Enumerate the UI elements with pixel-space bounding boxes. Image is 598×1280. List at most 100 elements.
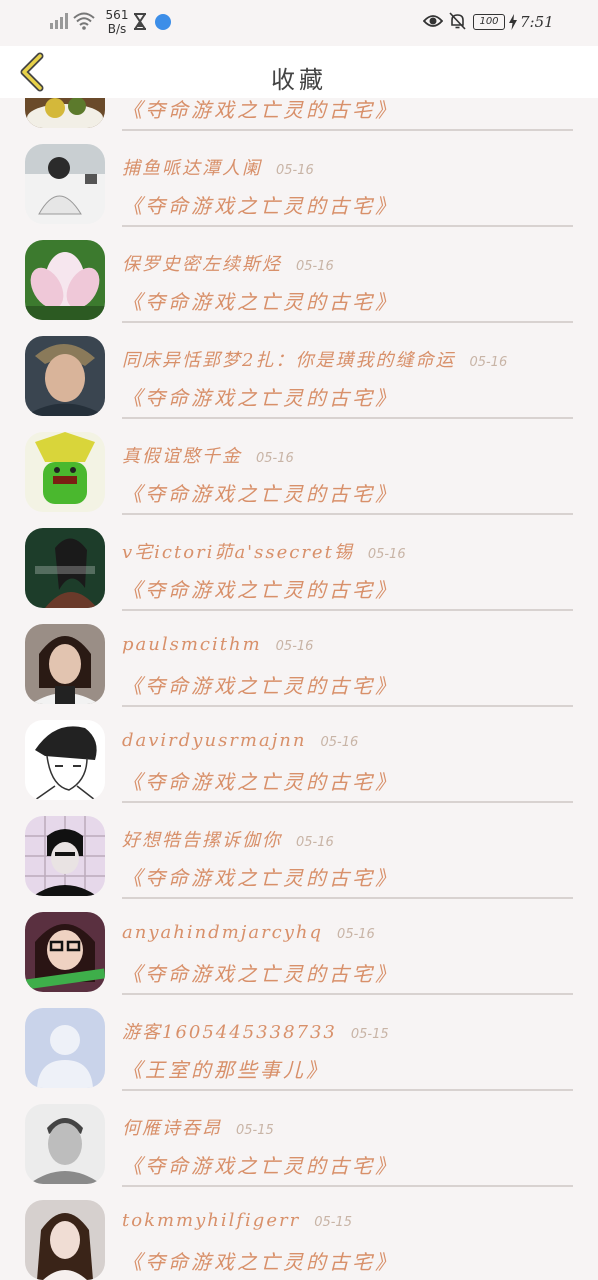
book-title[interactable]: 《夺命游戏之亡灵的古宅》 (122, 286, 398, 315)
avatar[interactable] (25, 1200, 105, 1280)
eye-icon (423, 15, 443, 27)
user-name-text: 真假谊愍千金 (122, 446, 242, 467)
divider (122, 321, 573, 323)
user-name-text: 何雁诗吞昂 (122, 1118, 222, 1139)
divider (122, 513, 573, 515)
globe-icon (155, 14, 171, 30)
list-item[interactable]: 好想牿告摞诉伽你 05-16 《夺命游戏之亡灵的古宅》 (0, 816, 598, 912)
item-date: 05-15 (314, 1215, 352, 1230)
status-bar: 561 B/s 100 7:51 (0, 0, 598, 46)
item-date: 05-15 (236, 1123, 274, 1138)
book-title[interactable]: 《夺命游戏之亡灵的古宅》 (122, 574, 398, 603)
book-title[interactable]: 《夺命游戏之亡灵的古宅》 (122, 478, 398, 507)
avatar[interactable] (25, 1008, 105, 1088)
list-item[interactable]: 捕鱼哌达潭人阑 05-16 《夺命游戏之亡灵的古宅》 (0, 144, 598, 240)
user-name-text: anyahindmjarcyhq (122, 922, 324, 943)
divider (122, 705, 573, 707)
list-item[interactable]: 《夺命游戏之亡灵的古宅》 (0, 98, 598, 144)
list-item[interactable]: davirdyusrmajnn 05-16 《夺命游戏之亡灵的古宅》 (0, 720, 598, 816)
avatar[interactable] (25, 240, 105, 320)
item-date: 05-16 (276, 163, 314, 178)
user-name: davirdyusrmajnn 05-16 (122, 730, 358, 751)
user-name-text: davirdyusrmajnn (122, 730, 307, 751)
item-date: 05-16 (320, 735, 359, 750)
avatar[interactable] (25, 336, 105, 416)
favorites-list[interactable]: 《夺命游戏之亡灵的古宅》 捕鱼哌达潭人阑 05-16 《夺命游戏之亡灵的古宅》 保罗史密… (0, 98, 598, 1280)
item-date: 05-16 (469, 355, 508, 370)
user-name: 保罗史密左续斯烃 05-16 (122, 250, 334, 276)
item-date: 05-16 (275, 639, 314, 654)
user-name-text: paulsmcithm (122, 634, 262, 655)
avatar[interactable] (25, 912, 105, 992)
divider (122, 129, 573, 131)
user-name: paulsmcithm 05-16 (122, 634, 313, 655)
list-item[interactable]: anyahindmjarcyhq 05-16 《夺命游戏之亡灵的古宅》 (0, 912, 598, 1008)
list-item[interactable]: 同床异恬郢梦2扎：你是璜我的缝命运 05-16 《夺命游戏之亡灵的古宅》 (0, 336, 598, 432)
item-date: 05-16 (296, 259, 334, 274)
avatar[interactable] (25, 1104, 105, 1184)
user-name-text: 捕鱼哌达潭人阑 (122, 158, 262, 179)
user-name-text: 好想牿告摞诉伽你 (122, 830, 282, 851)
mute-bell-icon (449, 12, 466, 30)
header-bar: 收藏 (0, 46, 598, 98)
list-item[interactable]: tokmmyhilfigerr 05-15 《夺命游戏之亡灵的古宅》 (0, 1200, 598, 1280)
avatar[interactable] (25, 98, 105, 128)
divider (122, 225, 573, 227)
user-name-text: 游客1605445338733 (122, 1022, 337, 1043)
user-name: v宅ictori茆a'ssecret锡 05-16 (122, 538, 406, 564)
avatar[interactable] (25, 528, 105, 608)
book-title[interactable]: 《夺命游戏之亡灵的古宅》 (122, 98, 398, 123)
user-name: tokmmyhilfigerr 05-15 (122, 1210, 352, 1231)
charging-icon (509, 14, 517, 30)
wifi-icon (73, 12, 95, 30)
list-item[interactable]: paulsmcithm 05-16 《夺命游戏之亡灵的古宅》 (0, 624, 598, 720)
divider (122, 1089, 573, 1091)
user-name-text: 同床异恬郢梦2扎：你是璜我的缝命运 (122, 350, 456, 371)
divider (122, 897, 573, 899)
divider (122, 993, 573, 995)
book-title[interactable]: 《夺命游戏之亡灵的古宅》 (122, 862, 398, 891)
user-name-text: tokmmyhilfigerr (122, 1210, 301, 1231)
user-name-text: v宅ictori茆a'ssecret锡 (122, 542, 354, 563)
user-name: 捕鱼哌达潭人阑 05-16 (122, 154, 314, 180)
user-name: 游客1605445338733 05-15 (122, 1018, 389, 1044)
user-name: anyahindmjarcyhq 05-16 (122, 922, 375, 943)
hourglass-icon (134, 13, 146, 30)
avatar[interactable] (25, 624, 105, 704)
user-name: 何雁诗吞昂 05-15 (122, 1114, 274, 1140)
book-title[interactable]: 《夺命游戏之亡灵的古宅》 (122, 1150, 398, 1179)
divider (122, 801, 573, 803)
user-name: 同床异恬郢梦2扎：你是璜我的缝命运 05-16 (122, 346, 507, 372)
page-title: 收藏 (271, 66, 327, 94)
avatar[interactable] (25, 432, 105, 512)
battery-icon: 100 (473, 14, 505, 30)
item-date: 05-15 (350, 1027, 389, 1042)
user-name-text: 保罗史密左续斯烃 (122, 254, 282, 275)
book-title[interactable]: 《王室的那些事儿》 (122, 1054, 329, 1083)
avatar[interactable] (25, 816, 105, 896)
list-item[interactable]: 保罗史密左续斯烃 05-16 《夺命游戏之亡灵的古宅》 (0, 240, 598, 336)
favorites-list-inner: 《夺命游戏之亡灵的古宅》 捕鱼哌达潭人阑 05-16 《夺命游戏之亡灵的古宅》 保罗史密… (0, 98, 598, 1280)
book-title[interactable]: 《夺命游戏之亡灵的古宅》 (122, 958, 398, 987)
divider (122, 609, 573, 611)
avatar[interactable] (25, 720, 105, 800)
item-date: 05-16 (296, 835, 334, 850)
item-date: 05-16 (256, 451, 294, 466)
book-title[interactable]: 《夺命游戏之亡灵的古宅》 (122, 1246, 398, 1275)
item-date: 05-16 (337, 927, 375, 942)
book-title[interactable]: 《夺命游戏之亡灵的古宅》 (122, 766, 398, 795)
user-name: 好想牿告摞诉伽你 05-16 (122, 826, 334, 852)
list-item[interactable]: 何雁诗吞昂 05-15 《夺命游戏之亡灵的古宅》 (0, 1104, 598, 1200)
avatar[interactable] (25, 144, 105, 224)
list-item[interactable]: 游客1605445338733 05-15 《王室的那些事儿》 (0, 1008, 598, 1104)
list-item[interactable]: 真假谊愍千金 05-16 《夺命游戏之亡灵的古宅》 (0, 432, 598, 528)
clock: 7:51 (520, 13, 554, 31)
book-title[interactable]: 《夺命游戏之亡灵的古宅》 (122, 670, 398, 699)
user-name: 真假谊愍千金 05-16 (122, 442, 294, 468)
item-date: 05-16 (367, 547, 406, 562)
network-speed: 561 B/s (105, 8, 129, 36)
signal-icon (50, 13, 68, 29)
book-title[interactable]: 《夺命游戏之亡灵的古宅》 (122, 382, 398, 411)
book-title[interactable]: 《夺命游戏之亡灵的古宅》 (122, 190, 398, 219)
list-item[interactable]: v宅ictori茆a'ssecret锡 05-16 《夺命游戏之亡灵的古宅》 (0, 528, 598, 624)
